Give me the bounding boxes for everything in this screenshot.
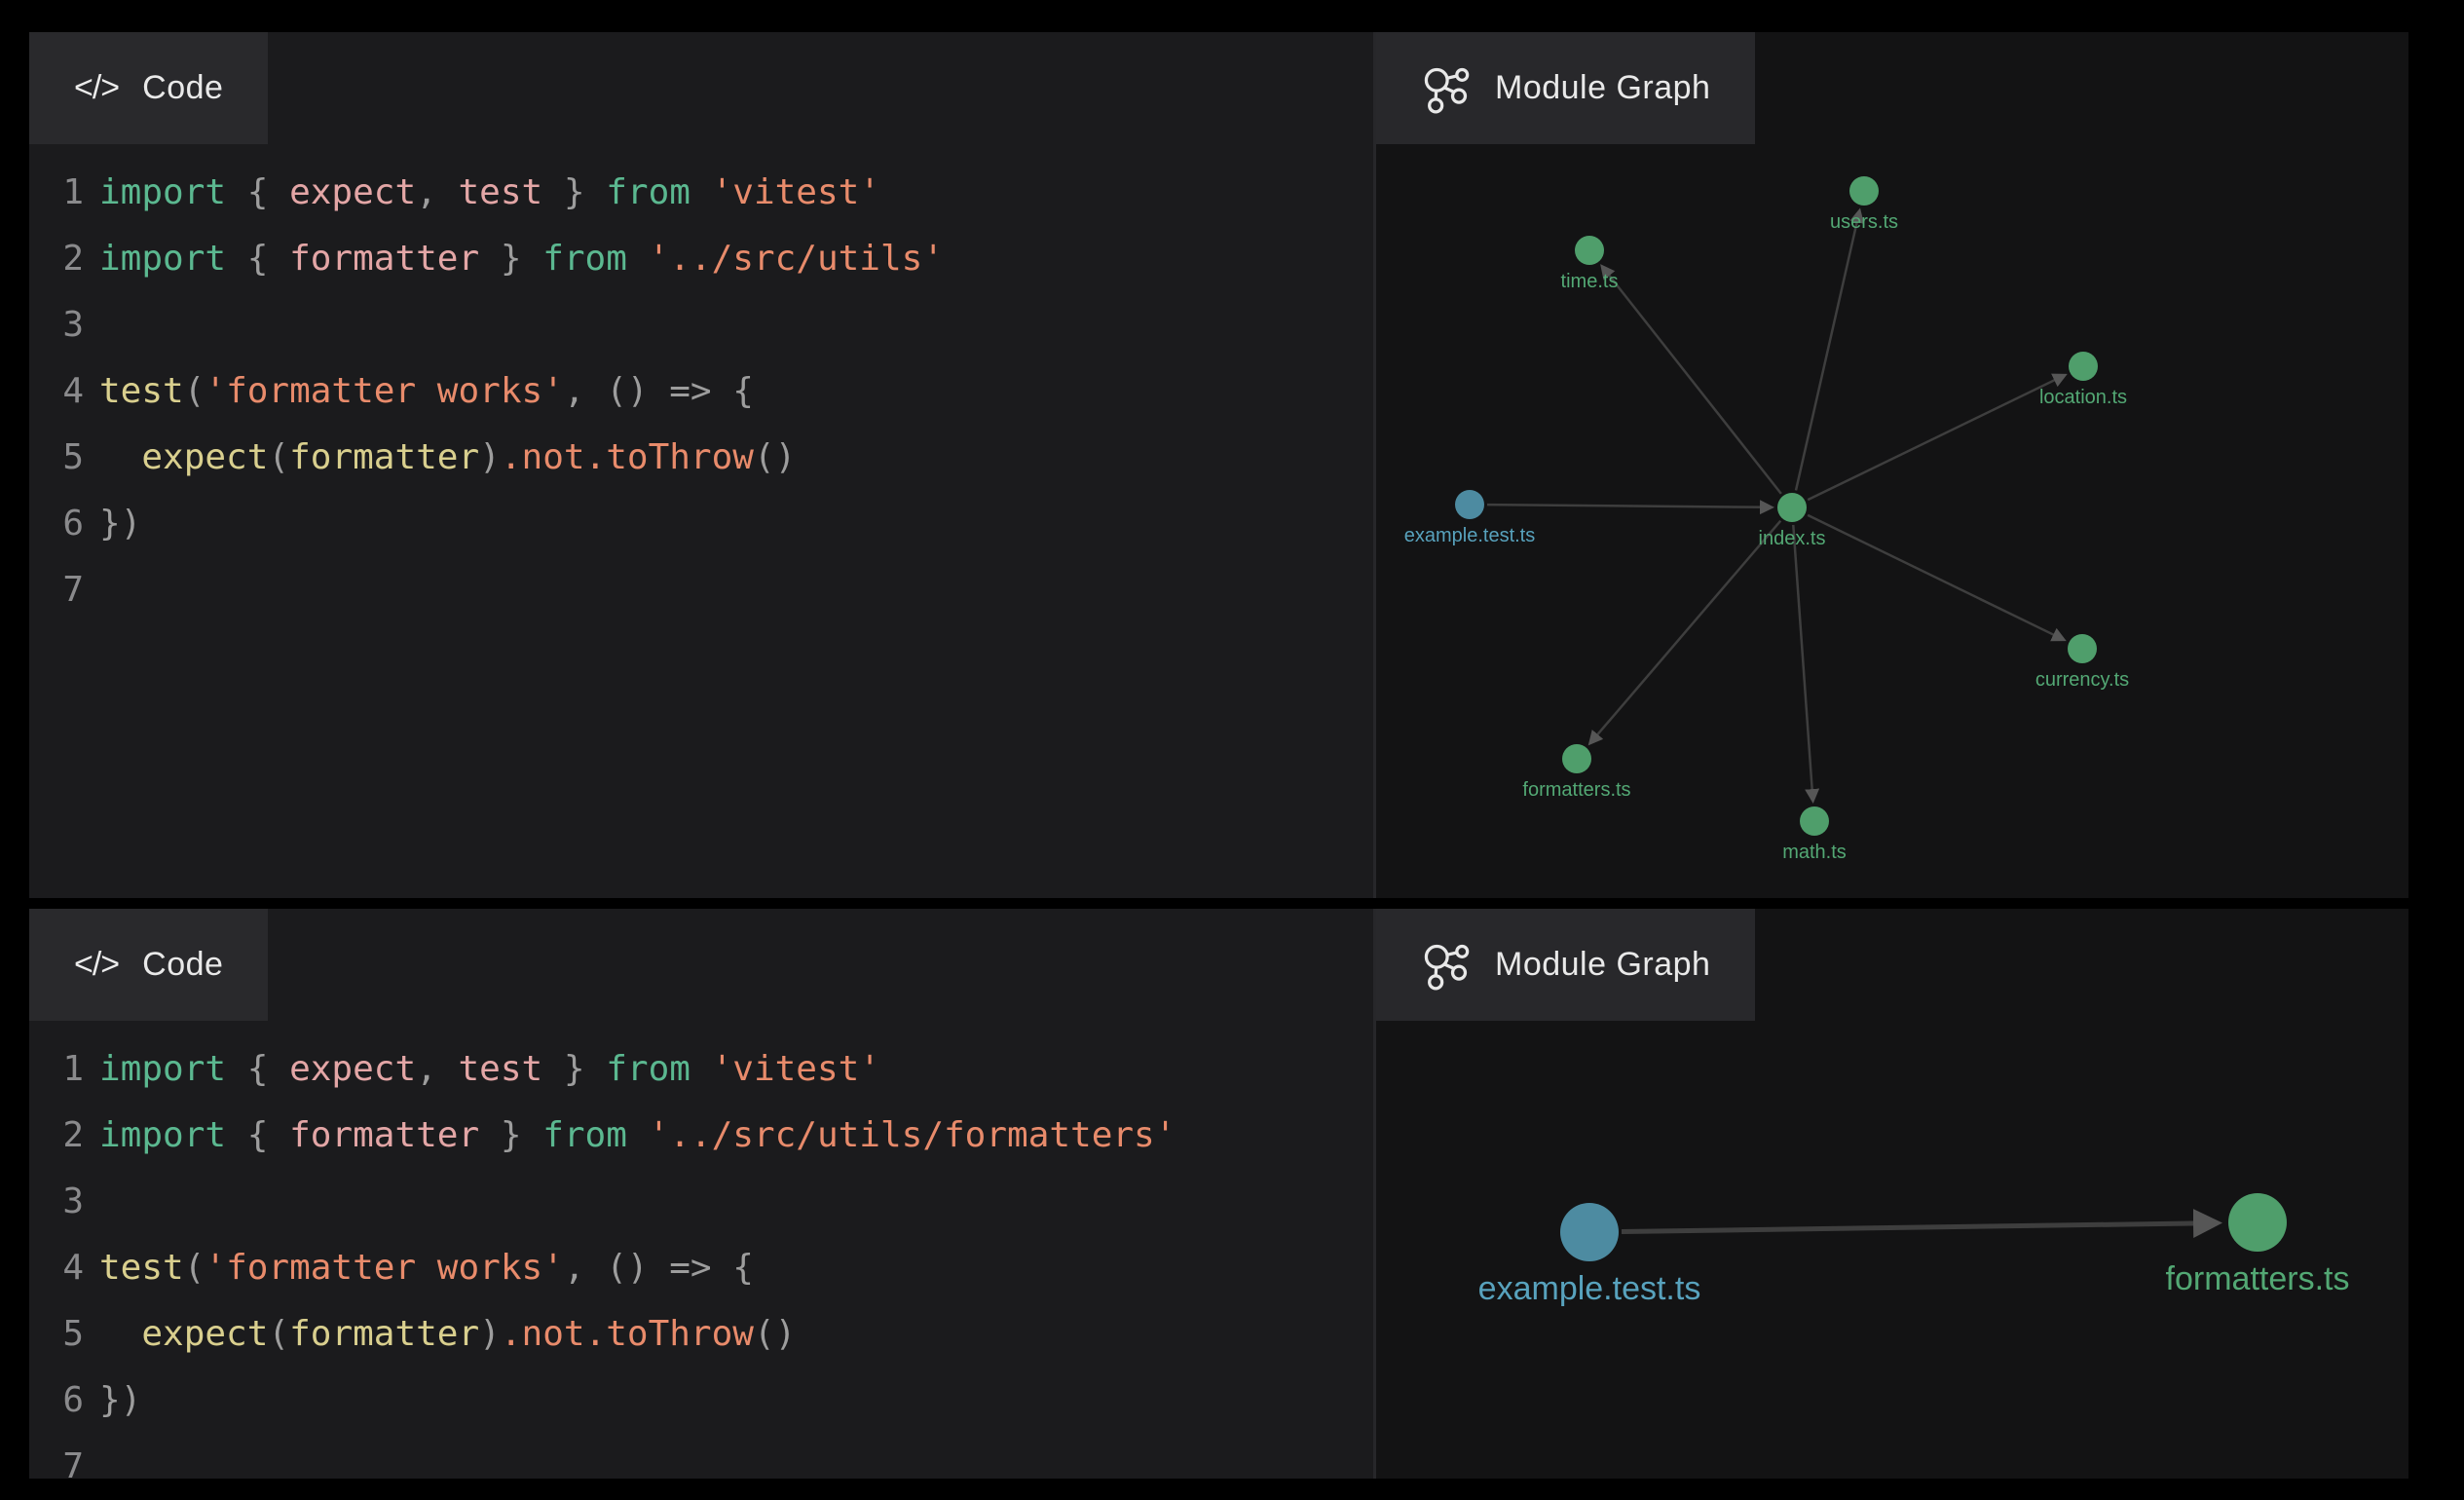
graph-node-label-users.ts: users.ts bbox=[1830, 211, 1898, 233]
graph-edge bbox=[1808, 515, 2064, 640]
code-icon: </> bbox=[74, 946, 119, 984]
code-line: 7 bbox=[29, 1434, 1373, 1479]
code-tab-label: Code bbox=[142, 69, 223, 107]
line-number: 7 bbox=[29, 1434, 84, 1479]
graph-node-label-example.test.ts: example.test.ts bbox=[1478, 1270, 1701, 1307]
code-line: 1import { expect, test } from 'vitest' bbox=[29, 1036, 1373, 1103]
line-number: 2 bbox=[29, 1103, 84, 1169]
line-number: 2 bbox=[29, 226, 84, 292]
code-tab[interactable]: </> Code bbox=[29, 32, 268, 144]
code-line: 5 expect(formatter).not.toThrow() bbox=[29, 1301, 1373, 1368]
graph-edge bbox=[1808, 375, 2065, 500]
graph-node-label-index.ts: index.ts bbox=[1759, 528, 1826, 549]
code-line: 2import { formatter } from '../src/utils… bbox=[29, 1103, 1373, 1169]
graph-node-example.test.ts[interactable] bbox=[1560, 1203, 1619, 1261]
code-text: expect(formatter).not.toThrow() bbox=[99, 1301, 796, 1368]
graph-node-index.ts[interactable] bbox=[1777, 493, 1807, 522]
graph-node-label-formatters.ts: formatters.ts bbox=[2166, 1260, 2350, 1297]
graph-edge bbox=[1622, 1223, 2217, 1232]
code-text: }) bbox=[99, 1368, 141, 1434]
line-number: 7 bbox=[29, 557, 84, 623]
graph-node-label-currency.ts: currency.ts bbox=[2035, 669, 2129, 691]
graph-node-label-formatters.ts: formatters.ts bbox=[1522, 779, 1630, 801]
graph-node-formatters.ts[interactable] bbox=[1562, 744, 1591, 773]
graph-node-example.test.ts[interactable] bbox=[1455, 490, 1484, 519]
graph-node-time.ts[interactable] bbox=[1575, 236, 1604, 265]
comparison-row-after: </> Code 1import { expect, test } from '… bbox=[29, 909, 2408, 1479]
code-line: 6}) bbox=[29, 1368, 1373, 1434]
line-number: 3 bbox=[29, 292, 84, 358]
graph-node-currency.ts[interactable] bbox=[2068, 634, 2097, 663]
code-editor[interactable]: 1import { expect, test } from 'vitest'2i… bbox=[29, 144, 1373, 898]
code-text: import { expect, test } from 'vitest' bbox=[99, 1036, 880, 1103]
code-panel-before: </> Code 1import { expect, test } from '… bbox=[29, 32, 1373, 898]
code-line: 4test('formatter works', () => { bbox=[29, 358, 1373, 425]
line-number: 5 bbox=[29, 1301, 84, 1368]
line-number: 1 bbox=[29, 160, 84, 226]
comparison-row-before: </> Code 1import { expect, test } from '… bbox=[29, 32, 2408, 898]
code-line: 2import { formatter } from '../src/utils… bbox=[29, 226, 1373, 292]
code-tab[interactable]: </> Code bbox=[29, 909, 268, 1021]
code-line: 3 bbox=[29, 292, 1373, 358]
graph-node-label-location.ts: location.ts bbox=[2039, 387, 2127, 408]
graph-node-users.ts[interactable] bbox=[1849, 176, 1879, 206]
module-graph-panel-before: users.ts time.ts location.ts example.test.t… bbox=[1373, 32, 2408, 898]
graph-edge bbox=[1590, 521, 1781, 743]
code-tab-label: Code bbox=[142, 946, 223, 984]
module-graph-tab-label: Module Graph bbox=[1495, 946, 1710, 984]
code-editor[interactable]: 1import { expect, test } from 'vitest'2i… bbox=[29, 1021, 1373, 1479]
line-number: 4 bbox=[29, 1235, 84, 1301]
code-text: test('formatter works', () => { bbox=[99, 1235, 754, 1301]
code-line: 1import { expect, test } from 'vitest' bbox=[29, 160, 1373, 226]
line-number: 5 bbox=[29, 425, 84, 491]
graph-node-math.ts[interactable] bbox=[1800, 806, 1829, 836]
code-line: 6}) bbox=[29, 491, 1373, 557]
graph-node-label-example.test.ts: example.test.ts bbox=[1404, 525, 1536, 546]
code-text: }) bbox=[99, 491, 141, 557]
graph-node-label-math.ts: math.ts bbox=[1782, 842, 1847, 863]
line-number: 1 bbox=[29, 1036, 84, 1103]
graph-node-label-time.ts: time.ts bbox=[1561, 271, 1619, 292]
code-text: import { formatter } from '../src/utils' bbox=[99, 226, 944, 292]
code-text: expect(formatter).not.toThrow() bbox=[99, 425, 796, 491]
graph-node-location.ts[interactable] bbox=[2069, 352, 2098, 381]
module-graph-tab-label: Module Graph bbox=[1495, 69, 1710, 107]
module-graph-panel-after: example.test.ts formatters.ts Module Grap… bbox=[1373, 909, 2408, 1479]
module-graph-tab[interactable]: Module Graph bbox=[1376, 909, 1755, 1021]
main-content: </> Code 1import { expect, test } from '… bbox=[29, 32, 2408, 1479]
line-number: 6 bbox=[29, 1368, 84, 1434]
code-text: import { formatter } from '../src/utils/… bbox=[99, 1103, 1176, 1169]
graph-edge bbox=[1602, 266, 1781, 493]
graph-edge bbox=[1793, 525, 1812, 801]
line-number: 3 bbox=[29, 1169, 84, 1235]
module-graph-tab[interactable]: Module Graph bbox=[1376, 32, 1755, 144]
code-text: test('formatter works', () => { bbox=[99, 358, 754, 425]
graph-edge bbox=[1487, 505, 1772, 507]
code-line: 4test('formatter works', () => { bbox=[29, 1235, 1373, 1301]
module-graph-icon bbox=[1421, 63, 1472, 114]
code-line: 3 bbox=[29, 1169, 1373, 1235]
code-panel-after: </> Code 1import { expect, test } from '… bbox=[29, 909, 1373, 1479]
code-line: 7 bbox=[29, 557, 1373, 623]
graph-edge bbox=[1796, 210, 1859, 490]
code-line: 5 expect(formatter).not.toThrow() bbox=[29, 425, 1373, 491]
line-number: 6 bbox=[29, 491, 84, 557]
code-text: import { expect, test } from 'vitest' bbox=[99, 160, 880, 226]
module-graph-canvas[interactable]: users.ts time.ts location.ts example.test.t… bbox=[1376, 32, 2408, 898]
code-icon: </> bbox=[74, 69, 119, 107]
module-graph-icon bbox=[1421, 940, 1472, 991]
line-number: 4 bbox=[29, 358, 84, 425]
graph-node-formatters.ts[interactable] bbox=[2228, 1193, 2287, 1252]
